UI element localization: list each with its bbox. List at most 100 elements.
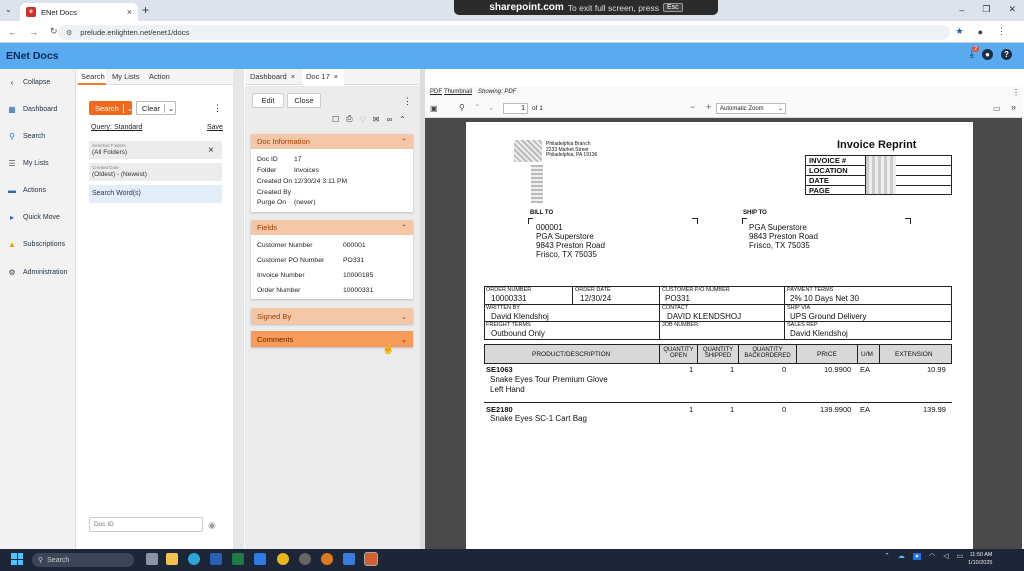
- tools-icon[interactable]: »: [1011, 102, 1016, 112]
- minimize-icon[interactable]: –: [959, 5, 964, 15]
- app-icon[interactable]: [299, 553, 311, 565]
- chrome-icon[interactable]: [277, 553, 289, 565]
- email-icon[interactable]: ✉: [373, 115, 380, 124]
- browser-tab[interactable]: e ENet Docs ×: [20, 3, 138, 21]
- chevron-down-icon[interactable]: ⌄: [122, 103, 133, 113]
- eye-icon[interactable]: ◉: [208, 520, 216, 531]
- mic-icon[interactable]: ●: [912, 552, 922, 560]
- site-info-icon[interactable]: ⚙: [66, 29, 72, 37]
- query-selector[interactable]: Query: Standard: [91, 124, 142, 131]
- close-button[interactable]: Close: [287, 93, 321, 108]
- bill-to-line: Frisco, TX 75035: [536, 250, 597, 259]
- info-label: Doc ID: [257, 156, 278, 163]
- tab-my-lists[interactable]: My Lists: [112, 72, 140, 81]
- prev-page-icon[interactable]: ⌃: [474, 103, 481, 112]
- window-mark: [692, 218, 698, 224]
- task-view-icon[interactable]: [146, 553, 158, 565]
- nav-dashboard[interactable]: ▦ Dashboard: [0, 99, 76, 119]
- link-icon[interactable]: ∞: [386, 115, 392, 124]
- zoom-in-icon[interactable]: +: [706, 102, 711, 112]
- forward-icon[interactable]: →: [29, 27, 38, 37]
- next-page-icon[interactable]: ⌄: [488, 103, 495, 112]
- zoom-out-icon[interactable]: −: [690, 102, 695, 112]
- find-icon[interactable]: ⚲: [459, 103, 465, 112]
- profile-icon[interactable]: ●: [978, 27, 983, 37]
- doc-more-icon[interactable]: ⋮: [403, 96, 412, 107]
- windows-start-icon[interactable]: [11, 553, 23, 565]
- open-file-icon[interactable]: ▭: [993, 104, 1001, 113]
- taskbar-search[interactable]: ⚲ Search: [32, 553, 134, 567]
- zoom-select[interactable]: Automatic Zoom ⌄: [716, 103, 786, 114]
- pdf-link[interactable]: PDF: [430, 89, 442, 95]
- nav-administration[interactable]: ⚙ Administration: [0, 262, 76, 282]
- tab-action[interactable]: Action: [149, 72, 170, 81]
- app-icon[interactable]: [343, 553, 355, 565]
- edge-icon[interactable]: [188, 553, 200, 565]
- panel-splitter[interactable]: [233, 69, 244, 549]
- page-number-input[interactable]: 1: [503, 103, 528, 114]
- wifi-icon[interactable]: ◠: [929, 552, 935, 560]
- nav-collapse[interactable]: ‹ Collapse: [0, 72, 76, 92]
- clear-folders-icon[interactable]: ×: [208, 145, 214, 156]
- folders-filter[interactable]: Selected Folders (All Folders): [89, 141, 222, 159]
- download-icon[interactable]: ⤓ 2: [970, 46, 979, 60]
- overlay-text: To exit full screen, press: [567, 2, 659, 13]
- url-field[interactable]: ⚙ prelude.enlighten.net/enet1/docs: [58, 25, 950, 40]
- clear-button[interactable]: Clear ⌄: [136, 101, 176, 115]
- edit-button[interactable]: Edit: [252, 93, 284, 108]
- close-tab-icon[interactable]: ×: [127, 7, 132, 17]
- active-app-icon[interactable]: [364, 552, 378, 566]
- collapse-all-icon[interactable]: ⌃: [399, 115, 406, 124]
- nav-actions[interactable]: ▬ Actions: [0, 180, 76, 200]
- volume-icon[interactable]: ◁: [943, 552, 948, 560]
- browser-menu-icon[interactable]: ⋮: [997, 26, 1006, 37]
- doc-id-input[interactable]: Doc ID: [89, 517, 203, 532]
- restore-icon[interactable]: ❐: [982, 4, 990, 15]
- app-icon[interactable]: [321, 553, 333, 565]
- tab-list-icon[interactable]: ⌄: [5, 5, 12, 14]
- hdr-label: PAGE: [809, 186, 830, 195]
- search-words-field[interactable]: Search Word(s): [89, 185, 222, 203]
- search-button[interactable]: Search ⌄: [89, 101, 133, 115]
- bookmark-star-icon[interactable]: ★: [955, 26, 963, 37]
- tab-dashboard[interactable]: Dashboard ×: [250, 72, 295, 81]
- tab-doc-17[interactable]: Doc 17 ×: [306, 72, 338, 81]
- user-account-icon[interactable]: ●: [982, 49, 993, 60]
- save-query-link[interactable]: Save: [207, 124, 223, 131]
- word-icon[interactable]: [210, 553, 222, 565]
- panel-more-icon[interactable]: ⋮: [213, 103, 222, 114]
- address-bar-icons: ★ ● ⋮: [955, 26, 1006, 37]
- sidebar-toggle-icon[interactable]: ▣: [430, 104, 438, 113]
- reload-icon[interactable]: ↻: [50, 26, 58, 37]
- tab-search[interactable]: Search: [81, 72, 105, 81]
- chevron-down-icon[interactable]: ⌄: [163, 103, 174, 113]
- signed-by-header[interactable]: Signed By ⌄: [251, 308, 413, 324]
- fields-header[interactable]: Fields ⌃: [251, 220, 413, 235]
- signed-by-card[interactable]: Signed By ⌄: [251, 308, 413, 324]
- nav-my-lists[interactable]: ☰ My Lists: [0, 153, 76, 173]
- excel-icon[interactable]: [232, 553, 244, 565]
- nav-subscriptions[interactable]: ▲ Subscriptions: [0, 234, 76, 254]
- close-icon[interactable]: ×: [334, 72, 338, 81]
- close-window-icon[interactable]: ✕: [1008, 4, 1016, 15]
- taskbar-clock[interactable]: 11:50 AM 1/10/2025: [968, 551, 992, 567]
- chevron-up-icon[interactable]: ⌃: [884, 552, 890, 560]
- nav-quick-move[interactable]: ▸ Quick Move: [0, 207, 76, 227]
- print-icon[interactable]: ⎙: [346, 114, 352, 124]
- file-explorer-icon[interactable]: [166, 553, 178, 565]
- viewer-more-icon[interactable]: ⋮: [1012, 88, 1020, 97]
- checkbox-icon[interactable]: ☐: [332, 115, 339, 124]
- doc-info-header[interactable]: Doc Information ⌃: [251, 134, 413, 149]
- back-icon[interactable]: ←: [8, 27, 17, 37]
- close-icon[interactable]: ×: [291, 72, 295, 81]
- battery-icon[interactable]: ▭: [957, 552, 964, 560]
- created-date-filter[interactable]: Created Date (Oldest) - (Newest): [89, 163, 222, 181]
- help-icon[interactable]: ?: [1001, 49, 1012, 60]
- thumbnail-link[interactable]: Thumbnail: [444, 89, 472, 95]
- filter-icon[interactable]: ▽: [360, 115, 366, 124]
- nav-search[interactable]: ⚲ Search: [0, 126, 76, 146]
- outlook-icon[interactable]: [254, 553, 266, 565]
- line-backordered: 0: [782, 405, 787, 414]
- cloud-icon[interactable]: ☁: [898, 552, 905, 560]
- new-tab-button[interactable]: +: [142, 3, 149, 17]
